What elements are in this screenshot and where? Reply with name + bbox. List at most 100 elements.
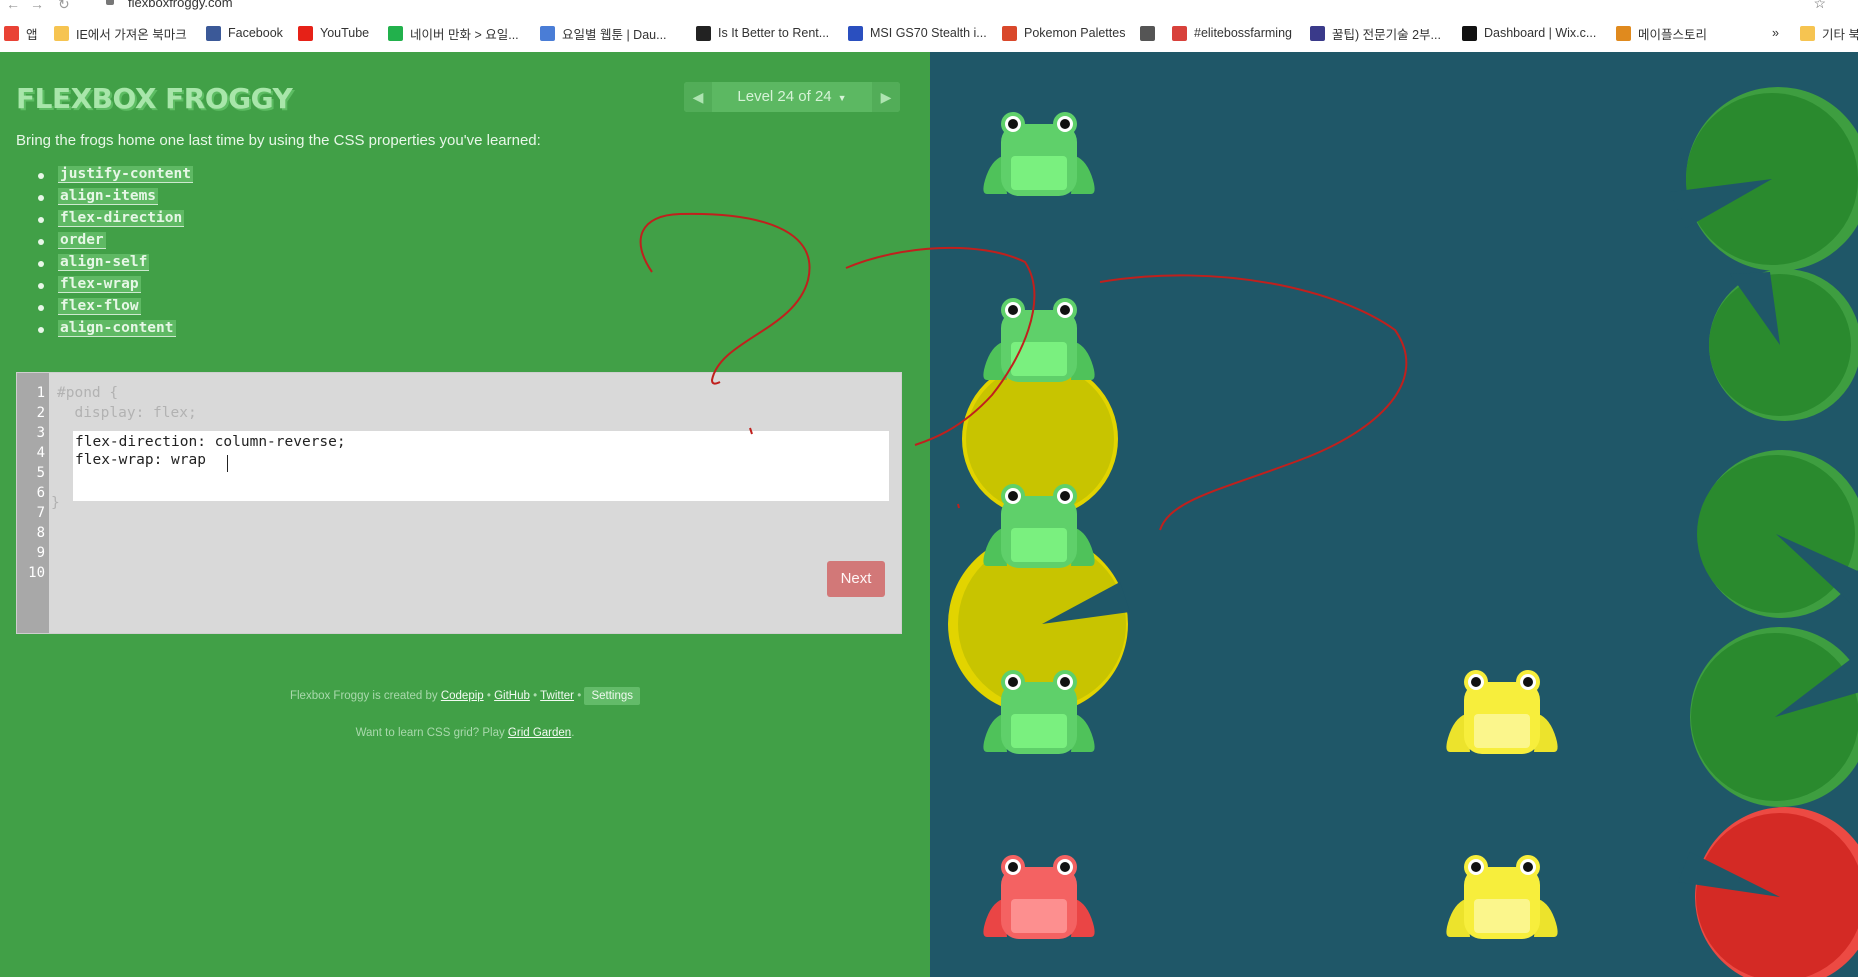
lilypad-green: [1697, 450, 1858, 618]
url-text[interactable]: flexboxfroggy.com: [128, 0, 233, 10]
lock-icon: [106, 0, 114, 5]
line-number: 8: [36, 525, 45, 541]
grid-garden-promo: Want to learn CSS grid? Play Grid Garden…: [0, 727, 930, 739]
promo-period: .: [571, 727, 575, 739]
bookmark-label: Dashboard | Wix.c...: [1484, 26, 1597, 40]
bookmarks-more-button[interactable]: »: [1772, 24, 1779, 42]
youtube-icon: [298, 25, 313, 41]
bookmark-label: #elitebossfarming: [1194, 26, 1292, 40]
input-line-1: flex-direction: column-reverse;: [75, 434, 346, 450]
property-code[interactable]: align-items: [58, 188, 159, 205]
frog-yellow: [1446, 670, 1558, 754]
back-icon[interactable]: ←: [6, 0, 20, 12]
bookmark-other[interactable]: 기타 북: [1800, 24, 1858, 42]
level-navigation: ◀ Level 24 of 24 ▼ ▶: [684, 82, 900, 112]
bookmark-label: Facebook: [228, 26, 283, 40]
property-code[interactable]: order: [58, 232, 106, 249]
level-instructions: Bring the frogs home one last time by us…: [16, 132, 541, 149]
maplestory-icon: [1616, 25, 1631, 41]
line-number: 1: [36, 385, 45, 401]
bookmark-globe[interactable]: [1140, 24, 1162, 42]
game-title: FLEXBOX FROGGY: [16, 82, 293, 115]
frog-red: [983, 855, 1095, 939]
bookmark-label: Is It Better to Rent...: [718, 26, 830, 40]
instructions-panel: FLEXBOX FROGGY ◀ Level 24 of 24 ▼ ▶ Bring…: [0, 52, 930, 977]
pond-canvas: [948, 87, 1858, 977]
next-button[interactable]: Next: [827, 561, 885, 597]
star-icon[interactable]: ☆: [1813, 0, 1826, 12]
codepip-link[interactable]: Codepip: [441, 690, 484, 702]
property-code[interactable]: align-self: [58, 254, 150, 271]
elitebossfarming-icon: [1172, 25, 1187, 41]
code-line-closing-brace: }: [51, 495, 60, 511]
bookmark-youtube[interactable]: YouTube: [298, 24, 369, 42]
reload-icon[interactable]: ↻: [58, 0, 70, 13]
lilypad-green: [1709, 269, 1858, 421]
level-indicator[interactable]: Level 24 of 24 ▼: [712, 82, 872, 112]
line-number: 5: [36, 465, 45, 481]
wix-icon: [1462, 25, 1477, 41]
bookmark-label: MSI GS70 Stealth i...: [870, 26, 987, 40]
bookmarks-bar: 앱 IE에서 가져온 북마크 Facebook YouTube 네이버 만화 >…: [0, 14, 1858, 53]
property-code[interactable]: flex-direction: [58, 210, 185, 227]
line-number: 6: [36, 485, 45, 501]
code-line-selector: #pond {: [57, 385, 119, 401]
bookmark-msi[interactable]: MSI GS70 Stealth i...: [848, 24, 987, 42]
lilypad-yellow: [962, 361, 1118, 517]
facebook-icon: [206, 25, 221, 41]
previous-level-button[interactable]: ◀: [684, 82, 712, 112]
caret-down-icon: ▼: [837, 93, 847, 103]
property-code[interactable]: flex-wrap: [58, 276, 141, 293]
line-number: 3: [36, 425, 45, 441]
github-link[interactable]: GitHub: [494, 690, 530, 702]
bookmark-elitebossfarming[interactable]: #elitebossfarming: [1172, 24, 1292, 42]
bookmark-label: YouTube: [320, 26, 370, 40]
line-number: 7: [36, 505, 45, 521]
bookmark-label: 네이버 만화 > 요일...: [410, 27, 519, 42]
next-level-button[interactable]: ▶: [872, 82, 900, 112]
bookmark-nytimes[interactable]: Is It Better to Rent...: [696, 24, 829, 42]
arrow-left-icon: ◀: [692, 89, 704, 105]
bookmark-apps[interactable]: 앱: [4, 24, 38, 42]
address-bar: ← → ↻ flexboxfroggy.com ☆: [0, 0, 1858, 14]
bookmark-maplestory[interactable]: 메이플스토리: [1616, 24, 1707, 42]
property-code[interactable]: flex-flow: [58, 298, 141, 315]
pokemon-palettes-icon: [1002, 25, 1017, 41]
bookmark-label: 메이플스토리: [1638, 27, 1708, 42]
lilypad-green: [1690, 627, 1858, 807]
apps-grid-icon: [4, 25, 19, 41]
bookmark-daum-webtoon[interactable]: 요일별 웹툰 | Dau...: [540, 24, 667, 42]
line-number: 10: [28, 565, 45, 581]
lilypad-red: [1678, 807, 1858, 977]
folder-icon: [54, 25, 69, 41]
credits-footer: Flexbox Froggy is created by Codepip • G…: [0, 687, 930, 705]
bookmark-label: 요일별 웹툰 | Dau...: [562, 27, 667, 42]
css-input-textarea[interactable]: flex-direction: column-reverse; flex-wra…: [73, 431, 889, 501]
text-caret: [227, 455, 228, 472]
css-editor: 1 2 3 4 5 6 7 8 9 10 #pond { display: fl…: [16, 372, 902, 634]
property-code[interactable]: align-content: [58, 320, 176, 337]
twitter-link[interactable]: Twitter: [540, 690, 574, 702]
settings-button[interactable]: Settings: [584, 687, 641, 705]
bookmark-label: 앱: [26, 27, 38, 42]
arrow-right-icon: ▶: [880, 89, 892, 105]
bookmark-pokemon-palettes[interactable]: Pokemon Palettes: [1002, 24, 1125, 42]
bookmark-naver-comic[interactable]: 네이버 만화 > 요일...: [388, 24, 519, 42]
bookmark-ie-imported[interactable]: IE에서 가져온 북마크: [54, 24, 187, 42]
bookmark-label: 기타 북: [1822, 27, 1858, 42]
tips-icon: [1310, 25, 1325, 41]
property-code[interactable]: justify-content: [58, 166, 193, 183]
bookmark-facebook[interactable]: Facebook: [206, 24, 283, 42]
frog-yellow: [1446, 855, 1558, 939]
lilypad-green: [1670, 87, 1858, 271]
separator: •: [533, 690, 538, 702]
globe-icon: [1140, 25, 1155, 41]
grid-garden-link[interactable]: Grid Garden: [508, 727, 571, 739]
bookmark-tips[interactable]: 꿀팁) 전문기술 2부...: [1310, 24, 1441, 42]
input-line-2: flex-wrap: wrap: [75, 452, 215, 468]
bookmark-wix[interactable]: Dashboard | Wix.c...: [1462, 24, 1596, 42]
forward-icon[interactable]: →: [30, 0, 44, 12]
naver-webtoon-icon: [388, 25, 403, 41]
daum-webtoon-icon: [540, 25, 555, 41]
line-number: 9: [36, 545, 45, 561]
